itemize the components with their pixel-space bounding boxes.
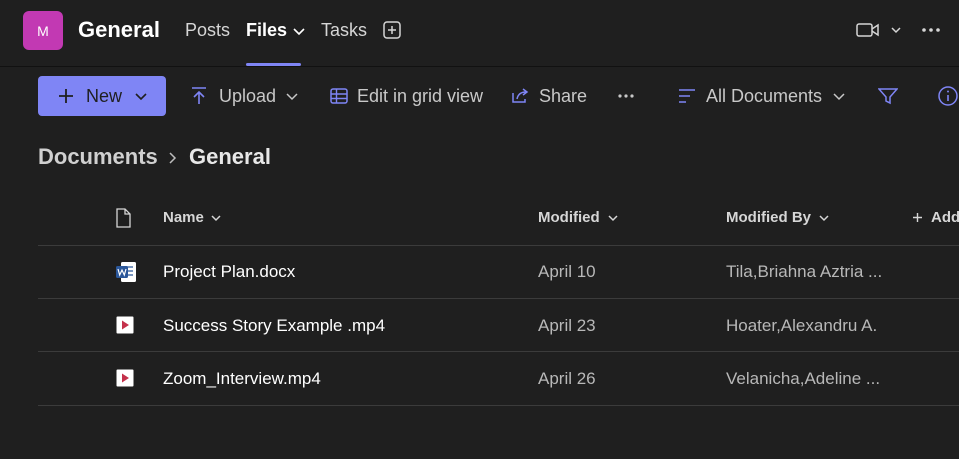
modified-date: April 23: [538, 316, 596, 335]
toolbar-more-button[interactable]: [617, 76, 635, 116]
modified-date: April 10: [538, 262, 596, 281]
info-button[interactable]: [937, 76, 959, 116]
list-view-icon: [679, 89, 695, 103]
active-tab-indicator: [246, 63, 301, 66]
channel-title: General: [78, 17, 160, 42]
modified-by: Hoater,Alexandru A.: [726, 316, 878, 335]
breadcrumb-documents[interactable]: Documents: [38, 144, 158, 170]
tab-tasks[interactable]: Tasks: [321, 20, 367, 41]
edit-grid-view-label: Edit in grid view: [357, 85, 484, 106]
file-name[interactable]: Project Plan.docx: [163, 262, 295, 282]
column-header-modified-label: Modified: [538, 209, 600, 226]
modified-date: April 26: [538, 369, 596, 388]
column-header-modified-by[interactable]: Modified By: [726, 209, 830, 226]
grid-icon: [330, 88, 348, 104]
tab-posts-label: Posts: [185, 20, 231, 40]
word-doc-icon: [116, 262, 136, 282]
new-button[interactable]: New: [38, 76, 166, 116]
table-row[interactable]: Zoom_Interview.mp4 April 26 Velanicha,Ad…: [38, 352, 959, 404]
share-button[interactable]: Share: [510, 76, 587, 116]
chevron-down-icon: [833, 93, 845, 101]
chevron-down-icon: [135, 93, 147, 101]
view-selector-label: All Documents: [706, 85, 823, 106]
column-header-modified[interactable]: Modified: [538, 209, 619, 226]
meet-options-button[interactable]: [888, 22, 904, 38]
team-avatar-letter: M: [37, 22, 49, 39]
ellipsis-icon: [618, 94, 634, 98]
column-header-name[interactable]: Name: [163, 209, 222, 226]
team-avatar[interactable]: M: [23, 11, 63, 50]
filter-icon: [878, 88, 898, 105]
tab-tasks-label: Tasks: [321, 20, 368, 40]
chevron-right-icon: [169, 152, 177, 164]
plus-icon: [59, 89, 73, 103]
tab-posts[interactable]: Posts: [185, 20, 230, 41]
video-file-icon: [116, 369, 134, 387]
breadcrumb-current: General: [189, 144, 271, 169]
video-camera-icon: [856, 23, 879, 37]
add-column-label: Add: [931, 209, 959, 226]
share-icon: [512, 88, 529, 103]
tab-files[interactable]: Files: [246, 20, 306, 41]
row-divider: [38, 405, 959, 406]
table-row[interactable]: Success Story Example .mp4 April 23 Hoat…: [38, 299, 959, 351]
modified-by: Velanicha,Adeline ...: [726, 369, 881, 388]
column-header-name-label: Name: [163, 209, 204, 226]
view-selector[interactable]: All Documents: [678, 76, 846, 116]
filter-button[interactable]: [878, 76, 898, 116]
chevron-down-icon: [891, 27, 901, 34]
file-name[interactable]: Zoom_Interview.mp4: [163, 369, 321, 389]
file-name[interactable]: Success Story Example .mp4: [163, 316, 385, 336]
upload-label: Upload: [219, 85, 277, 106]
add-column-button[interactable]: Add: [912, 209, 959, 226]
new-button-label: New: [86, 85, 123, 106]
chevron-down-icon: [819, 214, 829, 221]
edit-grid-view-button[interactable]: Edit in grid view: [330, 76, 483, 116]
column-header-modified-by-label: Modified By: [726, 209, 811, 226]
chevron-down-icon: [286, 93, 298, 101]
table-row[interactable]: Project Plan.docx April 10 Tila,Briahna …: [38, 246, 959, 298]
chevron-down-icon: [608, 214, 618, 221]
channel-header: M General Posts Files Tasks: [0, 0, 959, 67]
info-icon: [938, 86, 958, 106]
tab-files-label: Files: [246, 20, 288, 40]
ellipsis-icon: [922, 28, 940, 32]
chevron-down-icon: [293, 27, 305, 35]
file-type-icon[interactable]: [115, 208, 131, 228]
video-file-icon: [116, 316, 134, 334]
more-options-button[interactable]: [920, 20, 942, 40]
upload-button[interactable]: Upload: [190, 76, 299, 116]
meet-button[interactable]: [855, 20, 881, 40]
plus-icon: [913, 213, 922, 222]
upload-icon: [192, 87, 206, 104]
modified-by: Tila,Briahna Aztria ...: [726, 262, 883, 281]
share-label: Share: [539, 85, 588, 106]
chevron-down-icon: [211, 214, 221, 221]
add-tab-button[interactable]: [382, 20, 402, 40]
plus-square-icon: [383, 21, 401, 39]
